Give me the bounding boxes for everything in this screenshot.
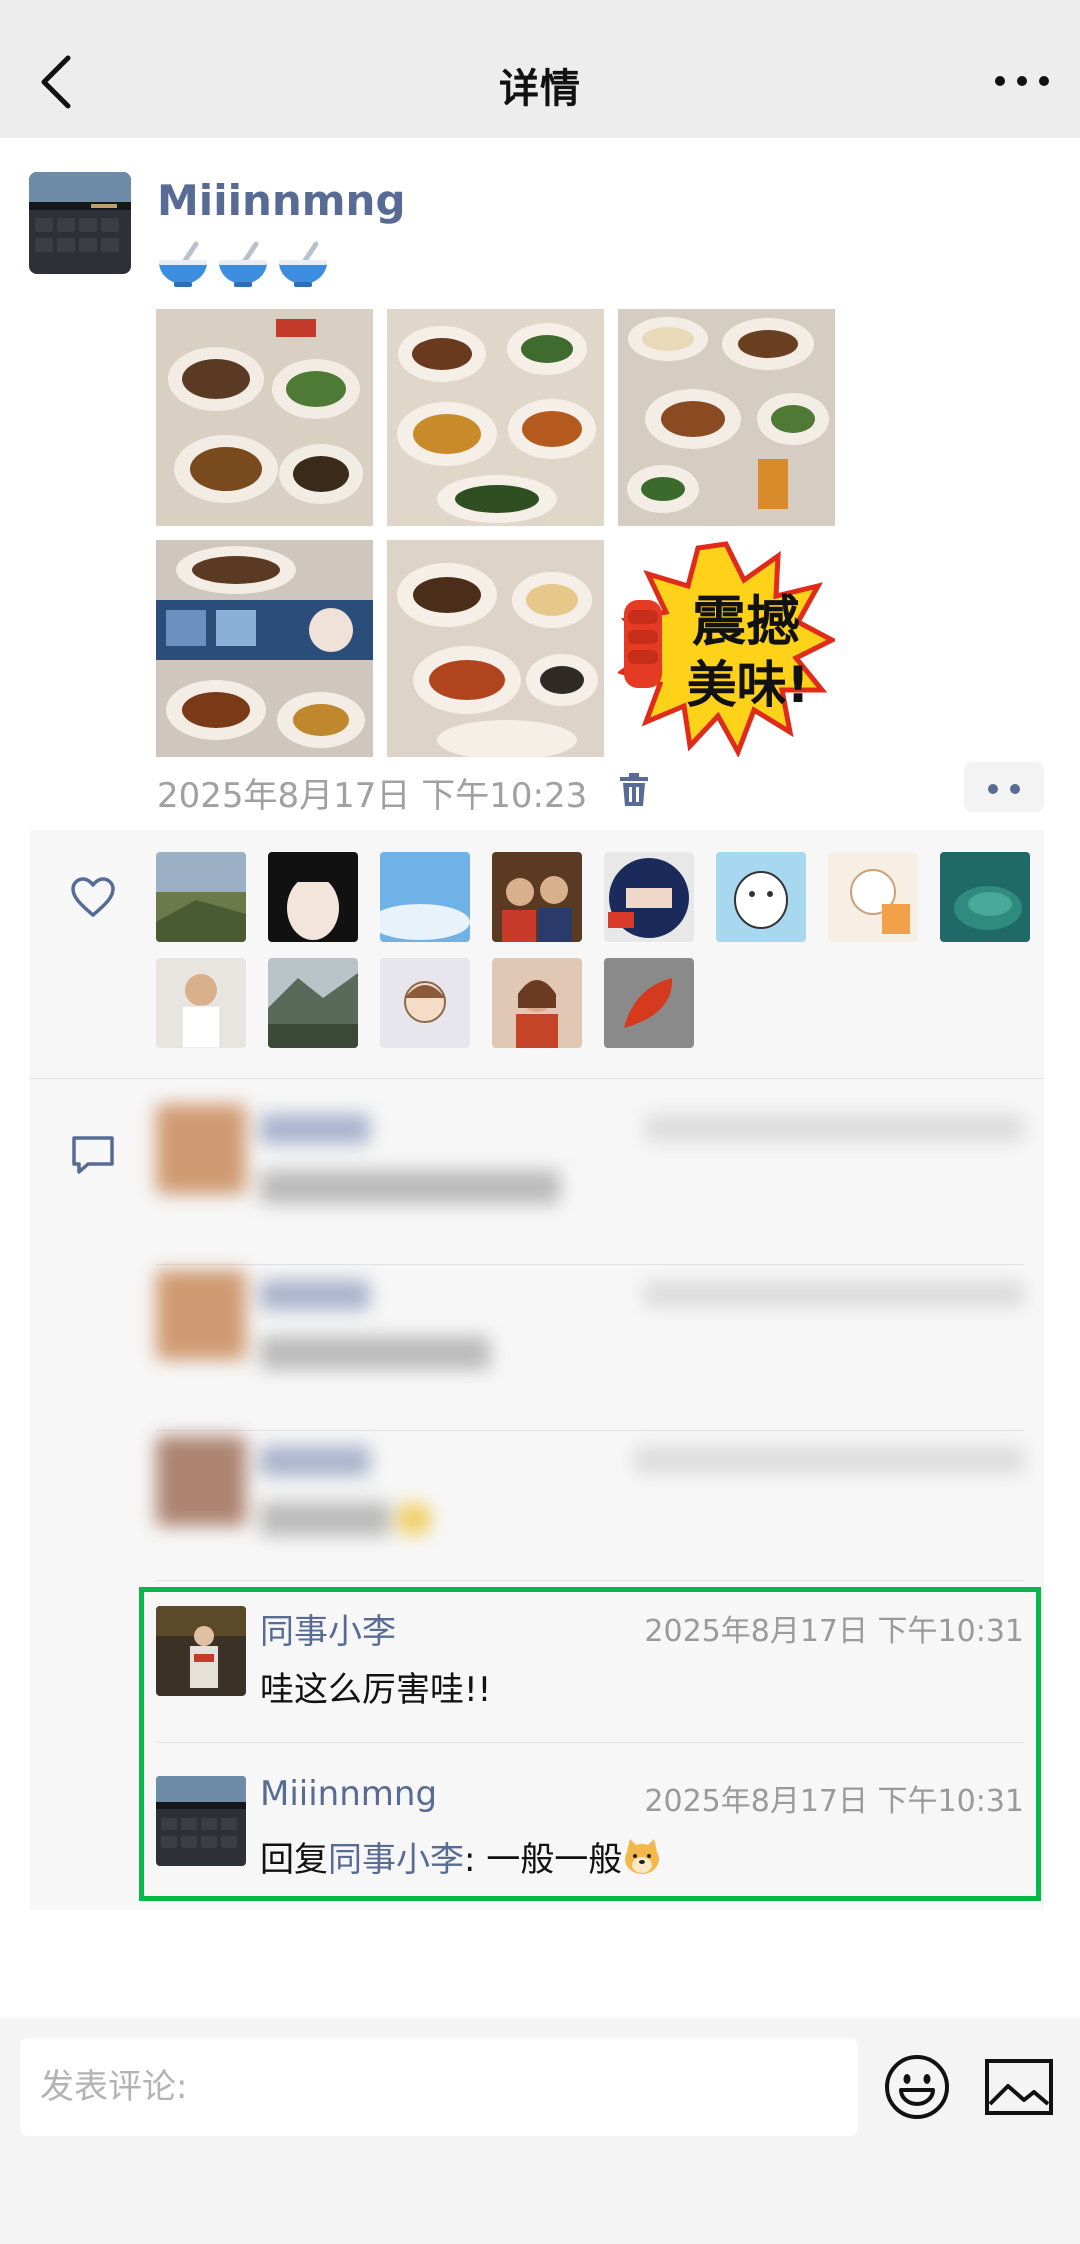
bowl-with-spoon-icon (159, 241, 207, 287)
comment-input[interactable] (20, 2038, 858, 2136)
avatar[interactable] (604, 852, 694, 942)
reply-mention[interactable]: 同事小李 (328, 1840, 464, 1880)
more-dots-icon[interactable] (992, 66, 1052, 96)
reply-prefix: 回复 (260, 1840, 328, 1880)
nav-bar: 详情 (0, 0, 1080, 138)
food-photo[interactable] (156, 540, 373, 757)
smiley-icon[interactable] (884, 2054, 950, 2120)
home-indicator-area (0, 2142, 1080, 2244)
avatar[interactable] (380, 852, 470, 942)
avatar[interactable] (156, 1776, 246, 1866)
avatar[interactable] (716, 852, 806, 942)
doge-emoji (625, 1839, 660, 1874)
likes-divider (30, 1078, 1044, 1079)
avatar[interactable] (268, 852, 358, 942)
two-dots-icon[interactable] (964, 762, 1044, 812)
comment-divider (156, 1580, 1024, 1581)
food-photo[interactable] (618, 309, 835, 526)
comment-author[interactable]: Miiinnmng (260, 1774, 437, 1814)
avatar[interactable] (156, 852, 246, 942)
post-text (156, 240, 330, 288)
comment-author[interactable]: 同事小李 (260, 1604, 396, 1653)
bowl-with-spoon-icon (219, 241, 267, 287)
avatar[interactable] (940, 852, 1030, 942)
comment-item-blurred (156, 1104, 1024, 1244)
author-name[interactable]: Miiinnmng (157, 176, 406, 225)
heart-icon (71, 877, 115, 917)
likes-list (156, 852, 1036, 1052)
sticker-photo[interactable]: 震撼 美味! (618, 540, 835, 757)
comment-divider (156, 1430, 1024, 1431)
photo-grid: 震撼 美味! (156, 309, 836, 757)
food-photo[interactable] (156, 309, 373, 526)
comment-item[interactable]: 同事小李 2025年8月17日 下午10:31 哇这么厉害哇!! (156, 1606, 1024, 1718)
avatar[interactable] (828, 852, 918, 942)
comment-icon (72, 1136, 114, 1174)
comment-item-blurred (156, 1270, 1024, 1410)
comment-text: 回复同事小李: 一般一般 (260, 1832, 662, 1881)
post-timestamp: 2025年8月17日 下午10:23 (157, 776, 588, 816)
avatar[interactable] (156, 958, 246, 1048)
avatar[interactable] (492, 852, 582, 942)
comment-divider (156, 1264, 1024, 1265)
comment-item[interactable]: Miiinnmng 2025年8月17日 下午10:31 回复同事小李: 一般一… (156, 1774, 1024, 1888)
comment-time: 2025年8月17日 下午10:31 (644, 1614, 1024, 1649)
reply-text: : 一般一般 (464, 1840, 623, 1880)
comment-text: 哇这么厉害哇!! (260, 1670, 492, 1710)
food-photo[interactable] (387, 309, 604, 526)
sticker-text-bottom: 美味! (687, 656, 810, 714)
page-title: 详情 (499, 66, 581, 112)
bowl-with-spoon-icon (279, 241, 327, 287)
trash-icon[interactable] (618, 772, 650, 808)
sticker-text-top: 震撼 (692, 590, 800, 653)
avatar[interactable] (268, 958, 358, 1048)
avatar[interactable] (492, 958, 582, 1048)
avatar[interactable] (380, 958, 470, 1048)
comment-item-blurred (156, 1436, 1024, 1576)
avatar[interactable] (156, 1606, 246, 1696)
image-icon[interactable] (984, 2058, 1054, 2116)
food-photo[interactable] (387, 540, 604, 757)
comment-divider (156, 1742, 1024, 1743)
avatar[interactable] (604, 958, 694, 1048)
author-avatar[interactable] (29, 172, 131, 274)
comment-time: 2025年8月17日 下午10:31 (644, 1784, 1024, 1819)
